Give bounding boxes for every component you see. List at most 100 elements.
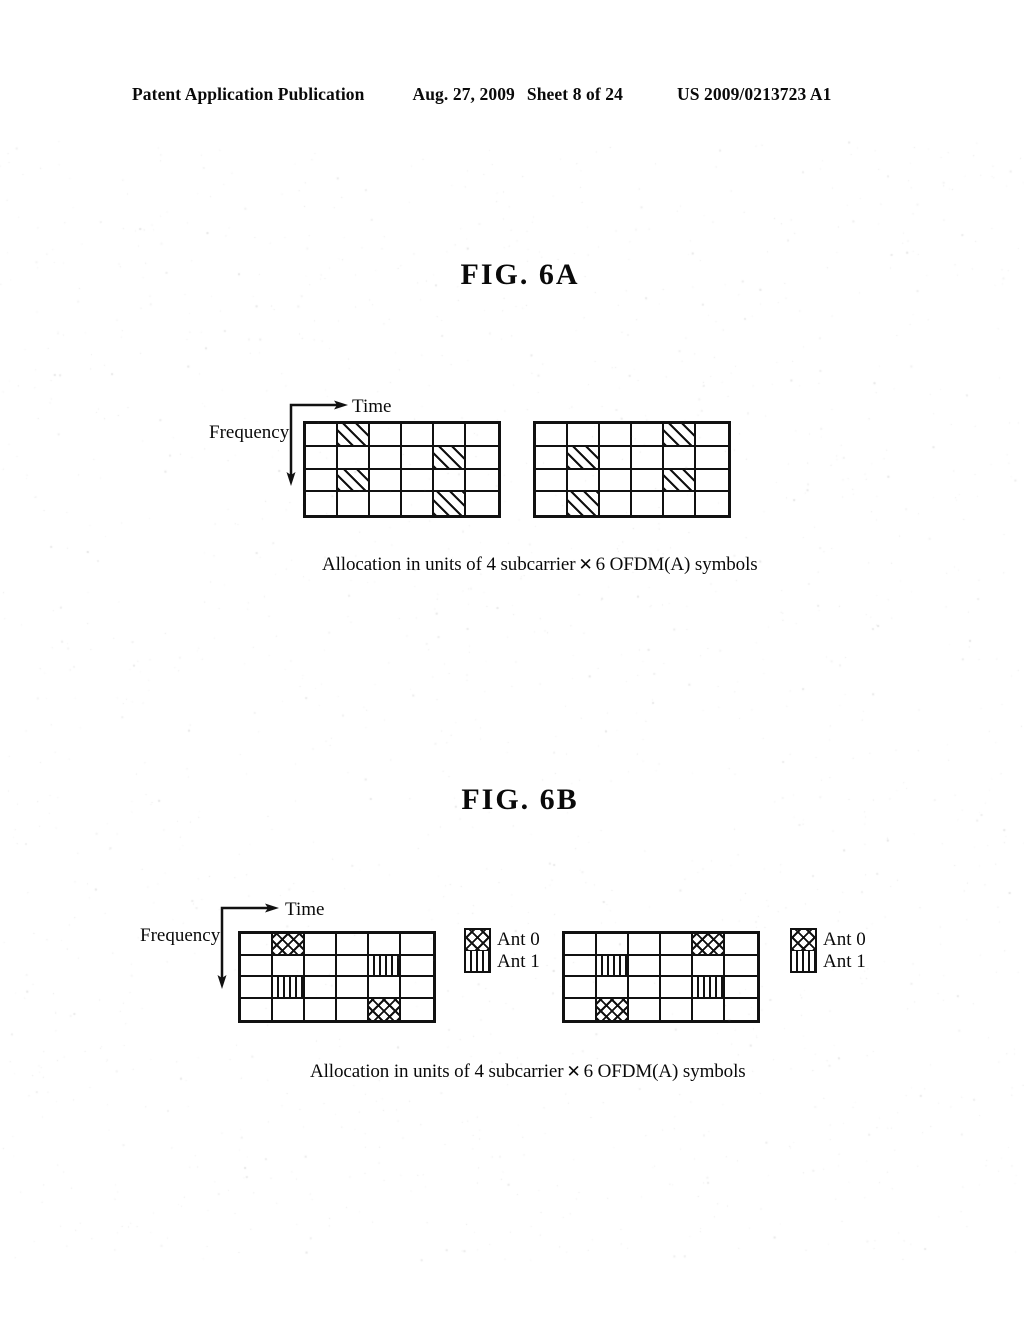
fig6b-title: FIG. 6B xyxy=(400,783,640,817)
resource-cell xyxy=(241,977,273,999)
publication-date: Aug. 27, 2009 xyxy=(412,84,514,104)
resource-cell xyxy=(402,424,434,447)
resource-cell xyxy=(696,424,728,447)
fig6b-grid-left xyxy=(238,931,436,1023)
resource-cell xyxy=(241,934,273,956)
resource-cell xyxy=(693,977,725,999)
resource-cell xyxy=(305,956,337,978)
resource-cell xyxy=(337,999,369,1021)
resource-cell xyxy=(401,934,433,956)
resource-cell xyxy=(466,424,498,447)
resource-cell xyxy=(306,447,338,470)
fig6a-caption-times-symbol: ✕ xyxy=(575,555,595,574)
resource-cell xyxy=(273,934,305,956)
fig6a-grid-right xyxy=(533,421,731,518)
resource-cell xyxy=(306,470,338,493)
resource-cell xyxy=(434,470,466,493)
fig6a-grid-left xyxy=(303,421,501,518)
resource-cell xyxy=(568,424,600,447)
resource-cell xyxy=(725,956,757,978)
resource-cell xyxy=(629,977,661,999)
resource-cell xyxy=(632,424,664,447)
resource-cell xyxy=(629,956,661,978)
fig6b-legend-left-swatch xyxy=(464,928,491,973)
resource-cell xyxy=(565,934,597,956)
resource-cell xyxy=(536,470,568,493)
resource-cell xyxy=(725,934,757,956)
resource-cell xyxy=(600,492,632,515)
resource-cell xyxy=(241,999,273,1021)
resource-cell xyxy=(696,470,728,493)
resource-cell xyxy=(338,447,370,470)
resource-cell xyxy=(661,999,693,1021)
resource-cell xyxy=(664,470,696,493)
resource-cell xyxy=(536,492,568,515)
publication-date-sheet: Aug. 27, 2009 Sheet 8 of 24 xyxy=(412,84,623,105)
resource-cell xyxy=(402,492,434,515)
resource-cell xyxy=(338,424,370,447)
resource-cell xyxy=(664,492,696,515)
resource-cell xyxy=(305,999,337,1021)
resource-cell xyxy=(369,999,401,1021)
resource-cell xyxy=(597,934,629,956)
resource-cell xyxy=(369,956,401,978)
fig6b-caption-times-symbol: ✕ xyxy=(563,1062,583,1081)
resource-cell xyxy=(306,424,338,447)
resource-cell xyxy=(600,470,632,493)
resource-cell xyxy=(661,977,693,999)
fig6b-legend-left-labels: Ant 0 Ant 1 xyxy=(497,929,540,973)
resource-cell xyxy=(565,999,597,1021)
sheet-number: Sheet 8 of 24 xyxy=(527,84,623,104)
resource-cell xyxy=(402,447,434,470)
fig6b-legend-left-ant0-label: Ant 0 xyxy=(497,929,540,951)
resource-cell xyxy=(725,999,757,1021)
resource-cell xyxy=(401,977,433,999)
resource-cell xyxy=(466,447,498,470)
fig6b-grid-right xyxy=(562,931,760,1023)
resource-cell xyxy=(693,999,725,1021)
fig6b-legend-left-ant1-label: Ant 1 xyxy=(497,951,540,973)
resource-cell xyxy=(466,470,498,493)
ant1-pattern-swatch xyxy=(792,951,815,971)
resource-cell xyxy=(664,447,696,470)
resource-cell xyxy=(273,956,305,978)
resource-cell xyxy=(273,999,305,1021)
resource-cell xyxy=(568,447,600,470)
fig6a-caption-after: 6 OFDM(A) symbols xyxy=(596,554,758,575)
resource-cell xyxy=(402,470,434,493)
resource-cell xyxy=(370,492,402,515)
fig6a-caption: Allocation in units of 4 subcarrier ✕ 6 OF… xyxy=(322,554,758,576)
resource-cell xyxy=(597,999,629,1021)
resource-cell xyxy=(568,470,600,493)
resource-cell xyxy=(696,447,728,470)
resource-cell xyxy=(337,956,369,978)
fig6b-frequency-axis-label: Frequency xyxy=(140,925,220,947)
fig6b-legend-right-ant0-label: Ant 0 xyxy=(823,929,866,951)
resource-cell xyxy=(661,956,693,978)
resource-cell xyxy=(370,447,402,470)
fig6a-title: FIG. 6A xyxy=(400,258,640,292)
resource-cell xyxy=(629,999,661,1021)
page-header: Patent Application Publication Aug. 27, … xyxy=(132,84,892,110)
fig6b-legend-right-labels: Ant 0 Ant 1 xyxy=(823,929,866,973)
resource-cell xyxy=(305,934,337,956)
resource-cell xyxy=(306,492,338,515)
resource-cell xyxy=(565,956,597,978)
ant0-pattern-swatch xyxy=(792,930,815,951)
resource-cell xyxy=(536,447,568,470)
fig6b-caption-after: 6 OFDM(A) symbols xyxy=(584,1061,746,1082)
resource-cell xyxy=(597,956,629,978)
fig6b-legend-right-swatch xyxy=(790,928,817,973)
resource-cell xyxy=(337,934,369,956)
resource-cell xyxy=(305,977,337,999)
ant1-pattern-swatch xyxy=(466,951,489,971)
fig6b-legend-left: Ant 0 Ant 1 xyxy=(464,928,540,973)
resource-cell xyxy=(466,492,498,515)
resource-cell xyxy=(629,934,661,956)
resource-cell xyxy=(337,977,369,999)
fig6a-caption-before: Allocation in units of 4 subcarrier xyxy=(322,554,575,575)
resource-cell xyxy=(401,956,433,978)
resource-cell xyxy=(693,934,725,956)
resource-cell xyxy=(401,999,433,1021)
fig6b-legend-right-ant1-label: Ant 1 xyxy=(823,951,866,973)
